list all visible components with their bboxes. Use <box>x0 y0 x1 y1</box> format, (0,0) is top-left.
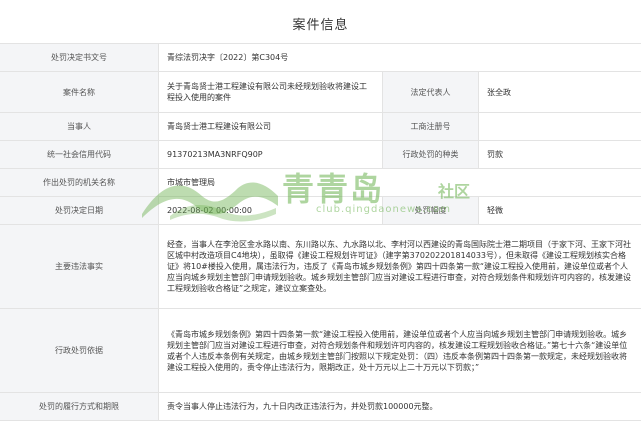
value-decision-date: 2022-08-02 00:00:00 <box>167 206 252 215</box>
label-credit-code: 统一社会信用代码 <box>0 141 159 168</box>
table-row-authority: 作出处罚的机关名称 市城市管理局 <box>0 169 641 197</box>
label-basis: 行政处罚依据 <box>0 309 159 392</box>
table-row-decision-date: 处罚决定日期 2022-08-02 00:00:00 处罚幅度 轻微 <box>0 197 641 225</box>
value-party: 青岛贤士港工程建设有限公司 <box>167 122 271 131</box>
value-registration-no <box>479 113 641 140</box>
label-legal-rep: 法定代表人 <box>382 72 479 112</box>
basis-text: 《青岛市城乡规划条例》第四十四条第一款“建设工程投入使用前，建设单位或者个人应当… <box>167 329 628 372</box>
label-decision-date: 处罚决定日期 <box>0 197 159 224</box>
label-authority: 作出处罚的机关名称 <box>0 169 159 196</box>
label-performance: 处罚的履行方式和期限 <box>0 393 159 420</box>
table-row-credit-code: 统一社会信用代码 91370213MA3NRFQ90P 行政处罚的种类 罚款 <box>0 141 641 169</box>
label-violation: 主要违法事实 <box>0 225 159 308</box>
label-penalty-range: 处罚幅度 <box>382 197 479 224</box>
label-decision-no: 处罚决定书文号 <box>0 44 159 71</box>
value-legal-rep: 张全政 <box>487 87 511 97</box>
table-row-party: 当事人 青岛贤士港工程建设有限公司 工商注册号 <box>0 113 641 141</box>
value-authority: 市城市管理局 <box>167 178 215 187</box>
value-penalty-type: 罚款 <box>487 150 503 159</box>
page-title: 案件信息 <box>292 18 349 33</box>
value-credit-code: 91370213MA3NRFQ90P <box>167 150 263 159</box>
label-case-name: 案件名称 <box>0 72 159 112</box>
table-row-performance: 处罚的履行方式和期限 责令当事人停止违法行为，九十日内改正违法行为，并处罚款10… <box>0 393 641 421</box>
value-violation: 经查，当事人在李沧区金水路以南、东川路以东、九水路以北、李村河以西建设的青岛国际… <box>159 225 641 308</box>
case-info-table: 处罚决定书文号 青综法罚决字〔2022〕第C304号 案件名称 关于青岛贤士港工… <box>0 43 641 421</box>
table-row-case-name: 案件名称 关于青岛贤士港工程建设有限公司未经规划验收将建设工程投入使用的案件 法… <box>0 72 641 113</box>
violation-text: 经查，当事人在李沧区金水路以南、东川路以东、九水路以北、李村河以西建设的青岛国际… <box>167 240 631 293</box>
table-row-decision-no: 处罚决定书文号 青综法罚决字〔2022〕第C304号 <box>0 44 641 72</box>
value-decision-no: 青综法罚决字〔2022〕第C304号 <box>167 53 289 62</box>
label-penalty-type: 行政处罚的种类 <box>382 141 479 168</box>
value-penalty-range: 轻微 <box>487 206 503 215</box>
table-row-basis: 行政处罚依据 《青岛市城乡规划条例》第四十四条第一款“建设工程投入使用前，建设单… <box>0 309 641 393</box>
value-performance: 责令当事人停止违法行为，九十日内改正违法行为，并处罚款100000元整。 <box>167 402 438 411</box>
value-basis: 《青岛市城乡规划条例》第四十四条第一款“建设工程投入使用前，建设单位或者个人应当… <box>159 309 641 392</box>
table-row-violation: 主要违法事实 经查，当事人在李沧区金水路以南、东川路以东、九水路以北、李村河以西… <box>0 225 641 309</box>
label-party: 当事人 <box>0 113 159 140</box>
label-registration-no: 工商注册号 <box>382 113 479 140</box>
value-case-name: 关于青岛贤士港工程建设有限公司未经规划验收将建设工程投入使用的案件 <box>159 72 382 112</box>
case-name-text: 关于青岛贤士港工程建设有限公司未经规划验收将建设工程投入使用的案件 <box>167 82 367 102</box>
